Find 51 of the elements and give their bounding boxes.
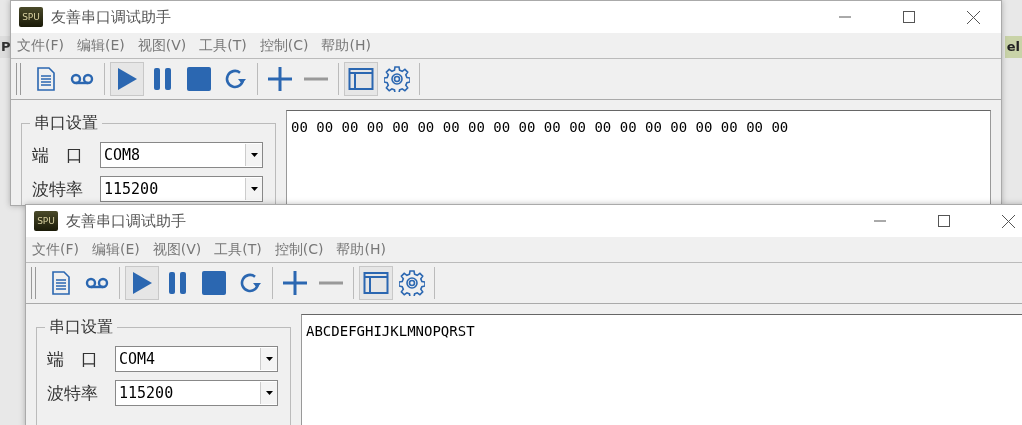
field-label: 端 口: [32, 143, 84, 167]
minus-icon: [303, 77, 329, 81]
close-icon: [966, 10, 980, 24]
background-text: el: [1004, 36, 1022, 58]
field-label: 波特率: [32, 177, 84, 201]
menu-item[interactable]: 视图(V): [137, 36, 187, 55]
menu-item[interactable]: 控制(C): [259, 36, 309, 55]
caret-icon: [250, 187, 258, 191]
menu-item[interactable]: 帮助(H): [336, 240, 386, 259]
maximize-icon: [903, 11, 915, 23]
receive-text-area: ABCDEFGHIJKLMNOPQRST: [301, 314, 1022, 425]
dropdown-field[interactable]: 115200: [100, 176, 263, 202]
dropdown-field[interactable]: COM4: [115, 346, 278, 372]
window-title: 友善串口调试助手: [66, 211, 187, 231]
stop-icon: [201, 270, 227, 296]
toolbar-button[interactable]: [125, 266, 159, 300]
gear-icon: [399, 270, 425, 296]
toolbar-button[interactable]: [110, 62, 144, 96]
caret-icon: [250, 153, 258, 157]
receive-text-area: 00 00 00 00 00 00 00 00 00 00 00 00 00 00 00 00 00 00 00 00: [286, 110, 991, 205]
toolbar-button[interactable]: [359, 266, 393, 300]
minimize-icon: [839, 16, 851, 18]
stop-icon: [186, 66, 212, 92]
field-label: 端 口: [47, 347, 99, 371]
menu-item[interactable]: 工具(T): [214, 240, 262, 259]
app-logo: SPU: [34, 211, 58, 231]
menu-item[interactable]: 控制(C): [274, 240, 324, 259]
plus-icon: [282, 270, 308, 296]
minimize-icon: [874, 220, 886, 222]
caret-icon: [265, 357, 273, 361]
menu-item[interactable]: 文件(F): [17, 36, 64, 55]
close-icon: [1001, 214, 1015, 228]
window-title: 友善串口调试助手: [51, 7, 172, 27]
menu-item[interactable]: 帮助(H): [321, 36, 371, 55]
app-logo: SPU: [19, 7, 43, 27]
window-icon: [348, 66, 374, 92]
gear-icon: [384, 66, 410, 92]
toolbar-button[interactable]: [344, 62, 378, 96]
dropdown-field[interactable]: COM8: [100, 142, 263, 168]
menu-item[interactable]: 编辑(E): [77, 36, 125, 55]
window-icon: [363, 270, 389, 296]
maximize-icon: [938, 215, 950, 227]
menu-item[interactable]: 编辑(E): [92, 240, 140, 259]
field-label: 波特率: [47, 381, 99, 405]
menu-item[interactable]: 工具(T): [199, 36, 247, 55]
minus-icon: [318, 281, 344, 285]
caret-icon: [265, 391, 273, 395]
dropdown-field[interactable]: 115200: [115, 380, 278, 406]
menu-item[interactable]: 视图(V): [152, 240, 202, 259]
plus-icon: [267, 66, 293, 92]
menu-item[interactable]: 文件(F): [32, 240, 79, 259]
